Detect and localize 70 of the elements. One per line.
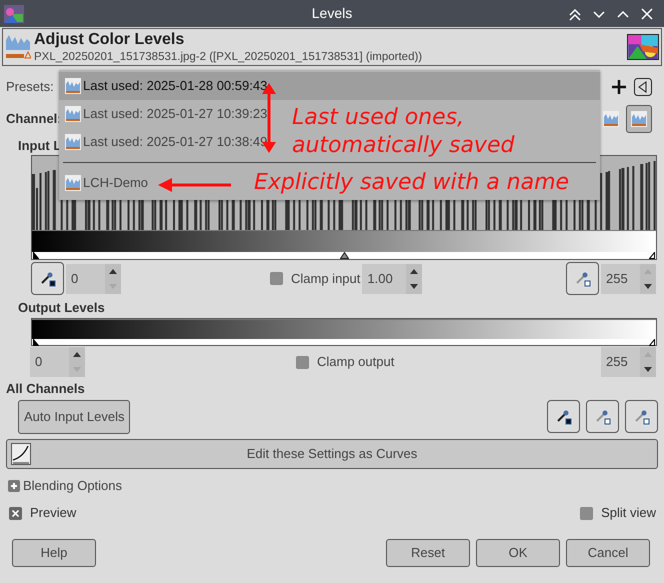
preview-label: Preview	[30, 504, 76, 522]
number-field[interactable]: 255	[601, 264, 656, 294]
curve-icon	[11, 443, 31, 465]
edit-as-curves-button[interactable]: Edit these Settings as Curves	[6, 439, 658, 469]
presets-label: Presets:	[6, 78, 54, 96]
clamp-output-label: Clamp output	[317, 353, 394, 372]
number-field[interactable]: 1.00	[362, 264, 422, 294]
x-mark-icon	[12, 510, 19, 516]
image-name: PXL_20250201_151738531.jpg-2 ([PXL_20250201_151738531] (imported))	[34, 50, 422, 64]
shadows-picker-button[interactable]	[31, 262, 64, 295]
down-arrow-icon	[410, 284, 418, 288]
dialog-button[interactable]: Help	[12, 539, 96, 567]
eyedropper-icon	[634, 408, 650, 424]
window-title: Levels	[312, 4, 352, 23]
eyedropper-icon	[574, 270, 590, 286]
dialog-button[interactable]: Reset	[386, 539, 470, 567]
highlights-picker-button[interactable]	[566, 262, 599, 295]
highlights-handle[interactable]	[649, 252, 655, 259]
split-view-label: Split view	[601, 504, 656, 522]
preview-checkbox[interactable]	[9, 506, 22, 520]
menu-icon[interactable]	[634, 78, 652, 96]
all-channels-label: All Channels	[6, 380, 85, 398]
expander-icon[interactable]	[8, 480, 20, 492]
histogram-icon	[65, 134, 81, 150]
shadows-handle[interactable]	[33, 339, 39, 346]
dialog-button[interactable]: Cancel	[566, 539, 650, 567]
annotation-text: automatically saved	[292, 132, 514, 160]
close-icon[interactable]	[640, 6, 654, 20]
highlights-picker-button[interactable]	[625, 400, 658, 433]
annotation-text: Explicitly saved with a name	[254, 169, 570, 197]
number-field[interactable]: 0	[30, 347, 85, 377]
split-view-checkbox[interactable]	[580, 506, 594, 520]
number-field[interactable]: 255	[601, 347, 656, 377]
double-chevron-up-icon[interactable]	[568, 6, 582, 20]
histogram-icon	[65, 106, 81, 122]
number-field[interactable]: 0	[66, 264, 121, 294]
shadows-handle[interactable]	[33, 252, 39, 259]
histogram-icon	[65, 175, 81, 191]
up-arrow-icon	[109, 268, 117, 274]
preset-menu-item[interactable]: Last used: 2025-01-27 10:39:23	[59, 100, 272, 128]
annotation-text: Last used ones,	[292, 104, 464, 132]
clamp-input-label: Clamp input	[291, 270, 360, 288]
preset-menu-item[interactable]: Last used: 2025-01-27 10:38:49	[59, 128, 272, 156]
auto-input-levels-button[interactable]: Auto Input Levels	[18, 400, 130, 434]
output-levels-label: Output Levels	[18, 299, 105, 318]
preset-menu-item[interactable]: Last used: 2025-01-28 00:59:43	[59, 72, 600, 100]
up-arrow-icon	[410, 268, 418, 274]
down-arrow-icon	[644, 367, 652, 372]
histogram-icon	[631, 111, 647, 127]
highlights-handle[interactable]	[649, 339, 655, 346]
blending-options-label[interactable]: Blending Options	[23, 476, 122, 496]
clamp-output-checkbox[interactable]	[296, 356, 309, 368]
log-histogram-button[interactable]	[626, 105, 652, 133]
app-icon	[4, 4, 24, 22]
dialog-title: Adjust Color Levels	[34, 30, 186, 50]
histogram-icon	[65, 78, 81, 94]
eyedropper-icon	[40, 270, 56, 286]
preset-menu-item[interactable]: LCH-Demo	[59, 169, 152, 197]
arrow-icon	[158, 177, 232, 193]
eyedropper-icon	[594, 408, 610, 424]
clamp-input-checkbox[interactable]	[270, 272, 283, 285]
histogram-icon	[603, 111, 619, 127]
shadows-picker-button[interactable]	[547, 400, 580, 433]
channel-label: Channel:	[6, 110, 62, 128]
eyedropper-icon	[556, 408, 572, 424]
add-icon[interactable]	[612, 80, 626, 94]
up-arrow-icon	[73, 352, 81, 357]
down-arrow-icon	[644, 284, 652, 288]
midtones-picker-button[interactable]	[586, 400, 619, 433]
dialog-button[interactable]: OK	[476, 539, 560, 567]
